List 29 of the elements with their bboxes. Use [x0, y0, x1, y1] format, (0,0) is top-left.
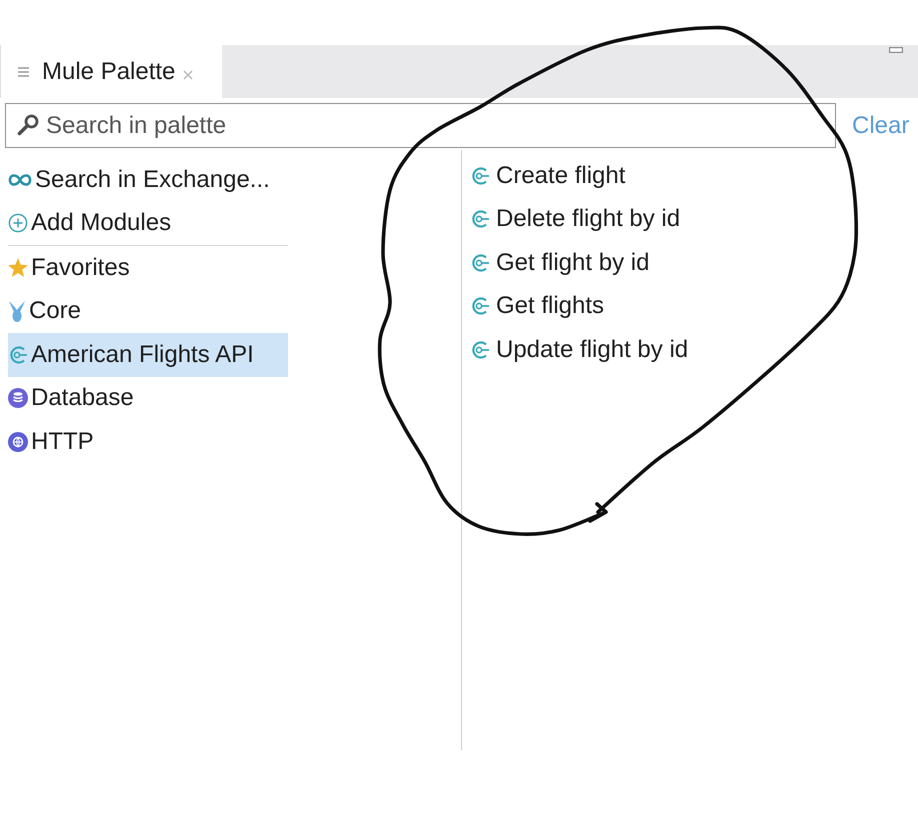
database-icon: [8, 388, 28, 408]
module-item[interactable]: Database: [8, 376, 288, 420]
star-icon: [8, 258, 28, 278]
module-item[interactable]: Core: [8, 290, 288, 333]
ring-icon: [470, 254, 490, 272]
module-item[interactable]: Favorites: [8, 246, 288, 290]
operation-item[interactable]: Create flight: [470, 154, 810, 198]
ring-icon: [470, 297, 490, 316]
search-icon: [17, 114, 39, 136]
infinity-icon: [8, 172, 32, 187]
globe-icon: [8, 432, 28, 452]
close-icon[interactable]: [183, 70, 194, 80]
search-field[interactable]: Search in palette: [5, 103, 836, 148]
ring-icon: [8, 346, 28, 364]
operation-item[interactable]: Get flights: [470, 284, 810, 328]
bunny-icon: [8, 300, 26, 322]
minimize-icon[interactable]: [889, 47, 903, 53]
plus-circle-icon: [8, 213, 28, 234]
ring-icon: [470, 210, 490, 228]
operation-item[interactable]: Delete flight by id: [470, 198, 810, 241]
ring-icon: [470, 340, 490, 359]
module-item[interactable]: American Flights API: [8, 333, 288, 376]
menu-icon: [18, 66, 29, 76]
module-item[interactable]: HTTP: [8, 420, 288, 464]
ring-icon: [470, 166, 490, 185]
action-item[interactable]: Add Modules: [8, 202, 288, 245]
action-item[interactable]: Search in Exchange...: [8, 158, 288, 202]
operation-item[interactable]: Update flight by id: [470, 328, 810, 372]
operation-item[interactable]: Get flight by id: [470, 241, 810, 284]
